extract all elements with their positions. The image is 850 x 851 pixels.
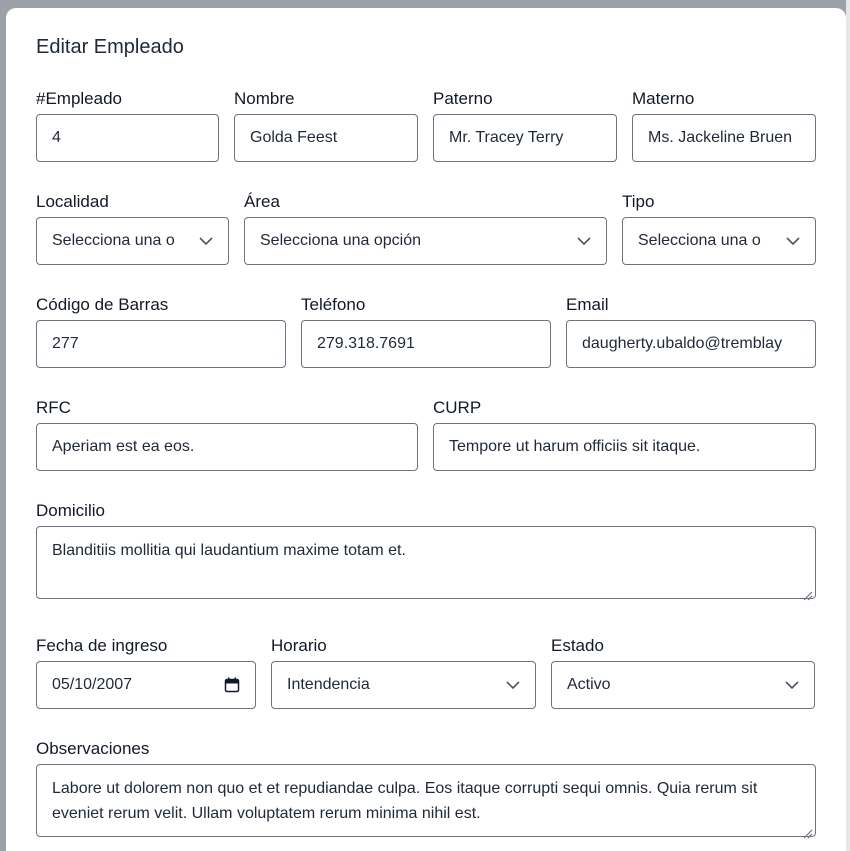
empleado-value: 4	[52, 129, 61, 146]
nombre-value: Golda Feest	[250, 129, 338, 146]
rfc-field-group: RFC Aperiam est ea eos.	[36, 397, 418, 471]
estado-label: Estado	[551, 636, 604, 655]
observaciones-label: Observaciones	[36, 739, 150, 758]
domicilio-field-group: Domicilio Blanditiis mollitia qui laudan…	[36, 500, 816, 601]
email-field-group: Email daugherty.ubaldo@tremblay	[566, 294, 816, 368]
localidad-field-group: Localidad Selecciona una o	[36, 191, 229, 265]
observaciones-field-group: Observaciones Labore ut dolorem non quo …	[36, 738, 816, 839]
fecha-ingreso-label: Fecha de ingreso	[36, 636, 168, 655]
calendar-icon[interactable]	[224, 677, 240, 693]
rfc-label: RFC	[36, 398, 71, 417]
area-field-group: Área Selecciona una opción	[244, 191, 607, 265]
email-input[interactable]: daugherty.ubaldo@tremblay	[566, 320, 816, 368]
modal-title: Editar Empleado	[36, 36, 184, 58]
nombre-label: Nombre	[234, 89, 295, 108]
tipo-value: Selecciona una o	[638, 232, 761, 249]
curp-input[interactable]: Tempore ut harum officiis sit itaque.	[433, 423, 816, 471]
fecha-ingreso-value: 05/10/2007	[52, 676, 133, 693]
rfc-input[interactable]: Aperiam est ea eos.	[36, 423, 418, 471]
paterno-value: Mr. Tracey Terry	[449, 129, 564, 146]
estado-field-group: Estado Activo	[551, 635, 815, 709]
telefono-value: 279.318.7691	[317, 335, 415, 352]
horario-field-group: Horario Intendencia	[271, 635, 536, 709]
telefono-field-group: Teléfono 279.318.7691	[301, 294, 551, 368]
curp-label: CURP	[433, 398, 482, 417]
empleado-input[interactable]: 4	[36, 114, 219, 162]
materno-value: Ms. Jackeline Bruen	[648, 129, 793, 146]
email-value: daugherty.ubaldo@tremblay	[582, 335, 783, 352]
chevron-down-icon	[577, 234, 591, 248]
chevron-down-icon	[786, 234, 800, 248]
paterno-field-group: Paterno Mr. Tracey Terry	[433, 88, 617, 162]
chevron-down-icon	[785, 678, 799, 692]
empleado-label: #Empleado	[36, 89, 123, 108]
rfc-value: Aperiam est ea eos.	[52, 438, 195, 455]
tipo-field-group: Tipo Selecciona una o	[622, 191, 816, 265]
paterno-input[interactable]: Mr. Tracey Terry	[433, 114, 617, 162]
materno-field-group: Materno Ms. Jackeline Bruen	[632, 88, 816, 162]
localidad-select[interactable]: Selecciona una o	[36, 217, 229, 265]
nombre-field-group: Nombre Golda Feest	[234, 88, 418, 162]
resize-handle-icon[interactable]	[801, 822, 813, 839]
codigo-barras-input[interactable]: 277	[36, 320, 286, 368]
fecha-ingreso-field-group: Fecha de ingreso 05/10/2007	[36, 635, 256, 709]
chevron-down-icon	[506, 678, 520, 692]
materno-input[interactable]: Ms. Jackeline Bruen	[632, 114, 816, 162]
horario-select[interactable]: Intendencia	[271, 661, 536, 709]
area-value: Selecciona una opción	[260, 232, 422, 249]
email-label: Email	[566, 295, 609, 314]
codigo-barras-field-group: Código de Barras 277	[36, 294, 286, 368]
tipo-select[interactable]: Selecciona una o	[622, 217, 816, 265]
telefono-label: Teléfono	[301, 295, 366, 314]
area-label: Área	[244, 192, 280, 211]
curp-field-group: CURP Tempore ut harum officiis sit itaqu…	[433, 397, 816, 471]
resize-handle-icon[interactable]	[801, 584, 813, 601]
paterno-label: Paterno	[433, 89, 493, 108]
estado-value: Activo	[567, 676, 611, 693]
fecha-ingreso-input[interactable]: 05/10/2007	[36, 661, 256, 709]
telefono-input[interactable]: 279.318.7691	[301, 320, 551, 368]
observaciones-value: Labore ut dolorem non quo et et repudian…	[52, 780, 758, 822]
domicilio-textarea[interactable]: Blanditiis mollitia qui laudantium maxim…	[36, 526, 816, 601]
localidad-value: Selecciona una o	[52, 232, 175, 249]
domicilio-value: Blanditiis mollitia qui laudantium maxim…	[52, 542, 406, 559]
observaciones-textarea[interactable]: Labore ut dolorem non quo et et repudian…	[36, 764, 816, 839]
chevron-down-icon	[199, 234, 213, 248]
localidad-label: Localidad	[36, 192, 109, 211]
domicilio-label: Domicilio	[36, 501, 105, 520]
materno-label: Materno	[632, 89, 695, 108]
codigo-barras-label: Código de Barras	[36, 295, 169, 314]
horario-value: Intendencia	[287, 676, 370, 693]
tipo-label: Tipo	[622, 192, 655, 211]
estado-select[interactable]: Activo	[551, 661, 815, 709]
nombre-input[interactable]: Golda Feest	[234, 114, 418, 162]
horario-label: Horario	[271, 636, 327, 655]
background-page-edge	[846, 0, 850, 851]
area-select[interactable]: Selecciona una opción	[244, 217, 607, 265]
empleado-field-group: #Empleado 4	[36, 88, 219, 162]
edit-employee-modal: Editar Empleado #Empleado 4 Nombre Golda…	[6, 8, 846, 851]
codigo-barras-value: 277	[52, 335, 79, 352]
curp-value: Tempore ut harum officiis sit itaque.	[449, 438, 701, 455]
